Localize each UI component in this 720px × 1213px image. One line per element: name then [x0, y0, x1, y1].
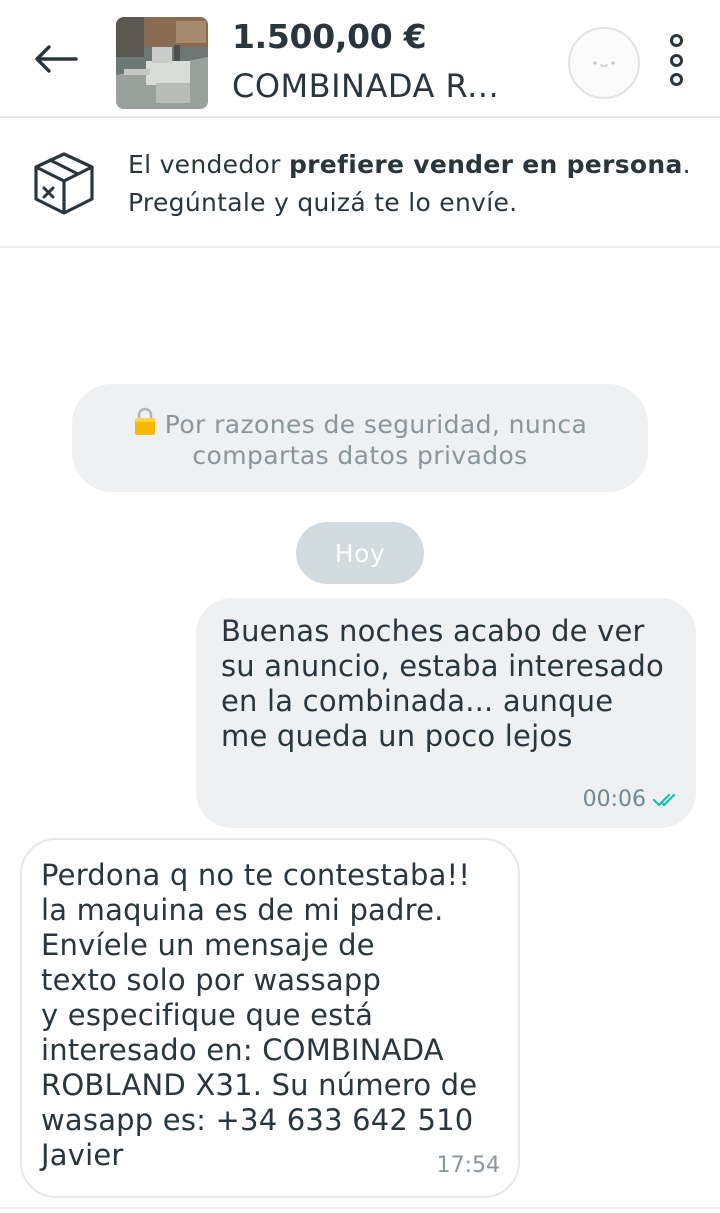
double-check-icon	[652, 793, 676, 806]
item-thumbnail[interactable]	[116, 17, 208, 109]
notice-text-bold: prefiere vender en persona	[288, 150, 683, 179]
message-text: Buenas noches acabo de ver su anuncio, e…	[221, 614, 664, 753]
notice-text-line2: Pregúntale y quizá te lo envíe.	[128, 188, 518, 217]
box-x-icon	[34, 152, 94, 215]
notice-text: El vendedor prefiere vender en persona. …	[128, 146, 698, 222]
message-time: 17:54	[436, 1153, 500, 1178]
dot-icon	[669, 34, 683, 47]
message-incoming[interactable]: Perdona q no te contestaba!! la maquina …	[20, 838, 520, 1198]
divider	[0, 1207, 720, 1209]
shipping-notice: El vendedor prefiere vender en persona. …	[0, 120, 720, 248]
seller-avatar[interactable]	[568, 27, 640, 99]
more-options-button[interactable]	[658, 30, 694, 90]
arrow-left-icon	[35, 45, 78, 73]
message-meta: 00:06	[583, 787, 680, 812]
chat-header: 1.500,00 € COMBINADA R...	[0, 0, 720, 118]
message-time: 00:06	[582, 787, 646, 812]
security-banner: Por razones de seguridad, nunca comparta…	[72, 384, 648, 492]
dot-icon	[669, 53, 683, 67]
date-separator: Hoy	[296, 522, 424, 584]
message-outgoing[interactable]: Buenas noches acabo de ver su anuncio, e…	[196, 598, 696, 828]
security-text: Por razones de seguridad, nunca comparta…	[72, 406, 648, 471]
item-photo	[116, 17, 208, 109]
item-price: 1.500,00 €	[232, 17, 427, 56]
dot-icon	[669, 73, 683, 86]
back-button[interactable]	[28, 36, 84, 82]
message-text: Perdona q no te contestaba!! la maquina …	[41, 858, 478, 1172]
security-message: Por razones de seguridad, nunca comparta…	[164, 409, 588, 470]
smiley-avatar-icon	[593, 61, 615, 68]
notice-text-prefix: El vendedor	[128, 150, 289, 179]
item-title[interactable]: COMBINADA R...	[232, 67, 499, 105]
lock-icon	[134, 407, 155, 435]
notice-text-suffix: .	[682, 150, 691, 179]
